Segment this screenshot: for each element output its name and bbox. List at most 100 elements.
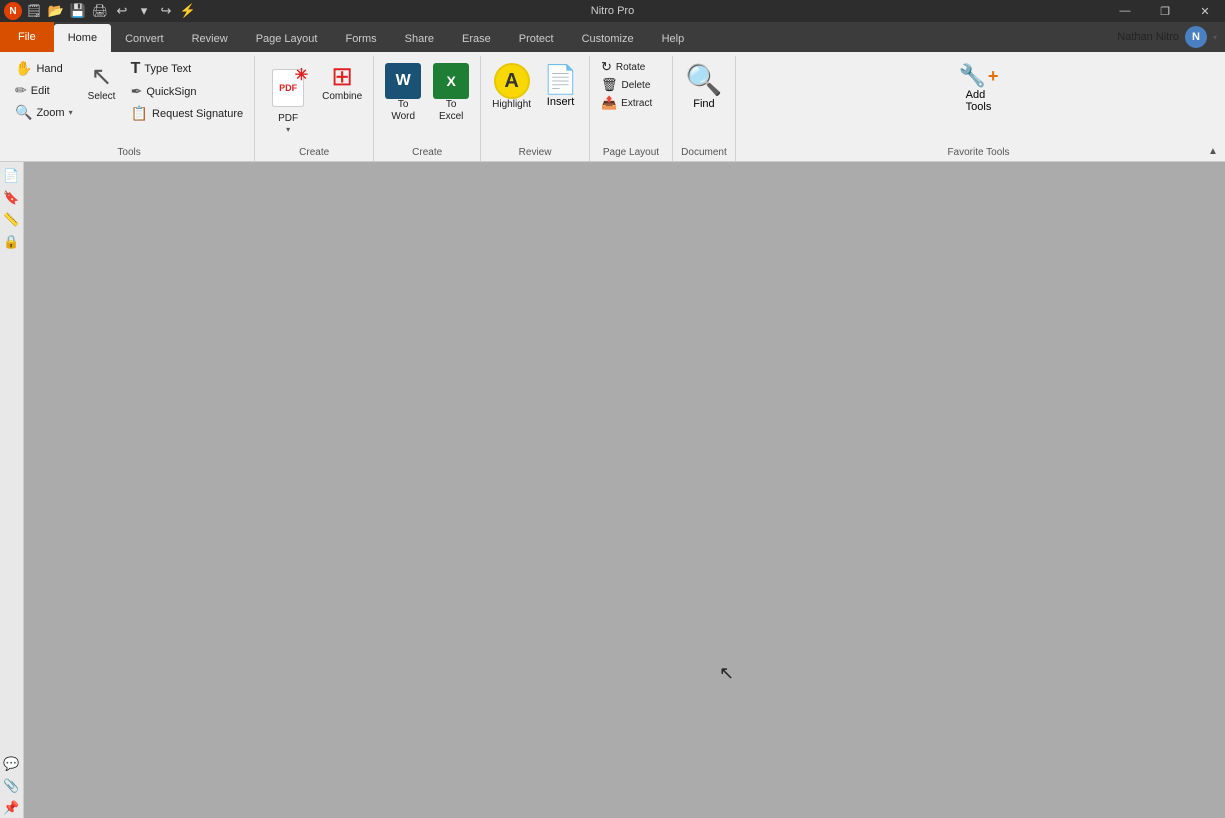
delete-btn[interactable]: 🗑 Delete <box>596 76 666 94</box>
combine-btn[interactable]: ⊞ Combine <box>317 58 367 106</box>
redo-btn[interactable]: ↪ <box>156 2 176 20</box>
hand-label: Hand <box>36 63 62 75</box>
tab-bar: File Home Convert Review Page Layout For… <box>0 22 1225 52</box>
sidebar-attachment-icon[interactable]: 📎 <box>2 776 22 796</box>
tab-erase[interactable]: Erase <box>448 26 505 52</box>
type-text-icon: T <box>131 60 141 78</box>
close-btn[interactable]: ✕ <box>1185 0 1225 22</box>
hand-icon: ✋ <box>15 60 32 77</box>
sidebar-lock-icon[interactable]: 🔒 <box>2 232 22 252</box>
select-icon: ↖ <box>91 63 113 89</box>
tab-forms[interactable]: Forms <box>331 26 390 52</box>
type-text-tool[interactable]: T Type Text <box>126 58 249 80</box>
to-word-btn[interactable]: W ToWord <box>380 58 426 126</box>
maximize-btn[interactable]: ❐ <box>1145 0 1185 22</box>
review-items: A Highlight 📄 Insert <box>487 56 583 147</box>
tab-customize[interactable]: Customize <box>568 26 648 52</box>
hand-tool[interactable]: ✋ Hand <box>10 58 78 79</box>
edit-icon: ✏ <box>15 82 27 99</box>
open-btn[interactable]: 📂 <box>46 2 66 20</box>
ribbon-group-convert: W ToWord X ToExcel Create <box>374 56 481 161</box>
ribbon-group-page-layout: ↻ Rotate 🗑 Delete 📤 Extract Page Layout <box>590 56 673 161</box>
tab-protect[interactable]: Protect <box>505 26 568 52</box>
highlight-btn[interactable]: A Highlight <box>487 58 536 114</box>
insert-label: Insert <box>547 96 575 108</box>
request-sig-label: Request Signature <box>152 108 243 120</box>
tools-items: ✋ Hand ✏ Edit 🔍 Zoom ▾ ↖ Select <box>10 56 248 147</box>
customize-qat-btn[interactable]: ⚡ <box>178 2 198 20</box>
minimize-btn[interactable]: — <box>1105 0 1145 22</box>
tab-convert[interactable]: Convert <box>111 26 178 52</box>
insert-btn[interactable]: 📄 Insert <box>538 58 583 113</box>
convert-group-label: Create <box>412 147 442 161</box>
add-tools-icon: 🔧 <box>959 63 986 89</box>
to-excel-label: ToExcel <box>439 99 463 123</box>
window-controls: — ❐ ✕ <box>1105 0 1225 22</box>
request-sig-icon: 📋 <box>131 105 148 122</box>
add-tools-btn[interactable]: 🔧 + AddTools <box>948 58 1008 118</box>
pdf-body: PDF ✳ <box>272 69 304 107</box>
review-group-label: Review <box>519 147 552 161</box>
select-btn[interactable]: ↖ Select <box>80 58 124 106</box>
word-icon: W <box>385 63 421 99</box>
quicksign-tool[interactable]: ✒ QuickSign <box>126 81 249 102</box>
nitro-logo: N <box>4 2 22 20</box>
add-tools-icon-group: 🔧 + <box>959 63 999 89</box>
user-dropdown-arrow: ▾ <box>1213 33 1217 42</box>
find-btn[interactable]: 🔍 Find <box>679 58 729 115</box>
sidebar-thumbnail-icon[interactable]: 📄 <box>2 166 22 186</box>
quicksign-icon: ✒ <box>131 83 143 100</box>
edit-tool[interactable]: ✏ Edit <box>10 80 78 101</box>
sidebar-bookmark-icon[interactable]: 🔖 <box>2 188 22 208</box>
page-layout-group-label: Page Layout <box>603 147 659 161</box>
extract-label: Extract <box>621 98 652 109</box>
tools-column-left: ✋ Hand ✏ Edit 🔍 Zoom ▾ <box>10 58 78 123</box>
save-btn[interactable]: 💾 <box>68 2 88 20</box>
zoom-dropdown-arrow: ▾ <box>69 108 73 117</box>
favorite-tools-items: 🔧 + AddTools <box>948 56 1008 147</box>
tab-review[interactable]: Review <box>178 26 242 52</box>
rotate-label: Rotate <box>616 62 645 73</box>
type-text-label: Type Text <box>144 63 191 75</box>
add-tools-plus-icon: + <box>988 66 999 87</box>
sidebar-comment-icon[interactable]: 💬 <box>2 754 22 774</box>
tab-share[interactable]: Share <box>391 26 448 52</box>
ribbon-group-create: PDF ✳ PDF ▾ ⊞ Combine Create <box>255 56 374 161</box>
sidebar-pin-icon[interactable]: 📌 <box>2 798 22 818</box>
pdf-btn[interactable]: PDF ✳ PDF ▾ <box>261 58 315 137</box>
find-icon: 🔍 <box>685 63 722 98</box>
sidebar-measure-icon[interactable]: 📏 <box>2 210 22 230</box>
ribbon-group-review: A Highlight 📄 Insert Review <box>481 56 590 161</box>
ribbon-group-tools: ✋ Hand ✏ Edit 🔍 Zoom ▾ ↖ Select <box>4 56 255 161</box>
to-excel-btn[interactable]: X ToExcel <box>428 58 474 126</box>
new-file-btn[interactable]: 🗒 <box>24 2 44 20</box>
user-name: Nathan Nitro <box>1117 31 1179 43</box>
ribbon-collapse-btn[interactable]: ▲ <box>1205 143 1221 159</box>
undo-dropdown-btn[interactable]: ▾ <box>134 2 154 20</box>
select-label: Select <box>88 91 116 103</box>
tab-home[interactable]: Home <box>54 24 111 52</box>
delete-label: Delete <box>621 80 650 91</box>
left-sidebar: 📄 🔖 📏 🔒 💬 📎 📌 <box>0 162 24 818</box>
excel-icon: X <box>433 63 469 99</box>
tools-column-right: ↖ Select <box>80 58 124 106</box>
pdf-label: PDF <box>278 113 298 125</box>
tab-file[interactable]: File <box>0 22 54 52</box>
highlight-label: Highlight <box>492 99 531 111</box>
tab-page-layout[interactable]: Page Layout <box>242 26 332 52</box>
tools-column-type: T Type Text ✒ QuickSign 📋 Request Signat… <box>126 58 249 124</box>
to-word-label: ToWord <box>391 99 415 123</box>
app-title: Nitro Pro <box>591 5 634 17</box>
extract-icon: 📤 <box>601 95 617 111</box>
edit-label: Edit <box>31 85 50 97</box>
undo-btn[interactable]: ↩ <box>112 2 132 20</box>
highlight-icon: A <box>494 63 530 99</box>
tab-help[interactable]: Help <box>648 26 699 52</box>
extract-btn[interactable]: 📤 Extract <box>596 94 666 112</box>
print-btn[interactable]: 🖨 <box>90 2 110 20</box>
document-group-label: Document <box>681 147 727 161</box>
request-signature-tool[interactable]: 📋 Request Signature <box>126 103 249 124</box>
user-area[interactable]: Nathan Nitro N ▾ <box>1117 26 1217 48</box>
zoom-tool[interactable]: 🔍 Zoom ▾ <box>10 102 78 123</box>
rotate-btn[interactable]: ↻ Rotate <box>596 58 666 76</box>
